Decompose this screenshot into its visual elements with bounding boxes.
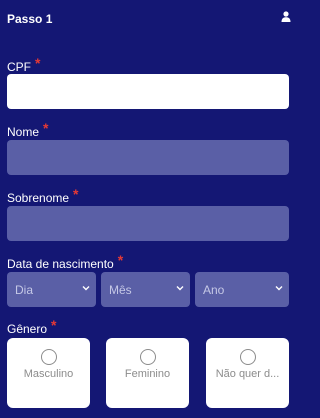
gender-label: Gênero * <box>7 317 57 336</box>
gender-option-nao-quer-declarar[interactable]: Não quer d... <box>206 338 289 408</box>
chevron-down-icon <box>82 286 90 291</box>
chevron-down-icon <box>176 286 184 291</box>
cpf-label: CPF * <box>7 55 41 74</box>
gender-option-masculino[interactable]: Masculino <box>7 338 90 408</box>
required-marker: * <box>35 55 41 71</box>
gender-option-label: Masculino <box>23 368 74 380</box>
radio-button[interactable] <box>40 349 57 365</box>
nome-label: Nome * <box>7 120 49 139</box>
header: Passo 1 <box>0 0 300 36</box>
step-title: Passo 1 <box>7 12 53 26</box>
year-select[interactable]: Ano <box>195 272 289 307</box>
required-marker: * <box>51 317 57 333</box>
nome-input[interactable] <box>7 140 289 175</box>
user-icon[interactable] <box>281 11 291 22</box>
sobrenome-input[interactable] <box>7 206 289 241</box>
radio-button[interactable] <box>239 349 256 365</box>
sobrenome-label: Sobrenome * <box>7 186 79 205</box>
chevron-down-icon <box>275 286 283 291</box>
gender-option-label: Não quer d... <box>215 368 280 380</box>
cpf-input[interactable] <box>7 74 289 109</box>
day-select[interactable]: Dia <box>7 272 96 307</box>
required-marker: * <box>73 186 79 202</box>
birthdate-label: Data de nascimento * <box>7 252 124 271</box>
radio-button[interactable] <box>139 349 156 365</box>
required-marker: * <box>117 252 124 268</box>
required-marker: * <box>43 120 49 136</box>
gender-option-label: Feminino <box>124 368 171 380</box>
gender-option-feminino[interactable]: Feminino <box>106 338 189 408</box>
month-select[interactable]: Mês <box>101 272 190 307</box>
